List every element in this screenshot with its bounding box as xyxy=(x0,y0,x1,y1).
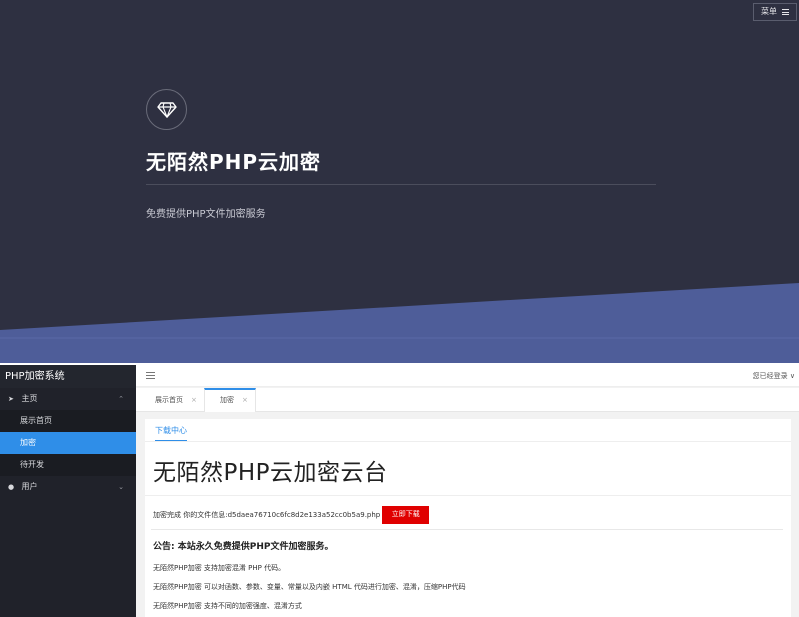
hamburger-icon xyxy=(782,9,789,15)
notice-text: 公告: 本站永久免费提供PHP文件加密服务。 xyxy=(153,542,334,552)
sidebar: PHP加密系统 ➤ 主页 ⌃ 展示首页 加密 待开发 ● 用户 ⌄ xyxy=(0,365,136,617)
paper-plane-icon: ➤ xyxy=(8,395,14,403)
tab-label: 展示首页 xyxy=(155,396,183,404)
hero-divider xyxy=(146,184,656,185)
feature-list: 无陌然PHP加密 支持加密混淆 PHP 代码。 无陌然PHP加密 可以对函数、参… xyxy=(153,559,783,616)
sidebar-item-showcase[interactable]: 展示首页 xyxy=(0,410,136,432)
sidebar-item-label: 加密 xyxy=(20,438,36,447)
list-item: 无陌然PHP加密 可以对函数、参数、变量、常量以及内嵌 HTML 代码进行加密、… xyxy=(153,583,466,591)
close-icon[interactable]: × xyxy=(242,396,248,404)
page-tabs: 展示首页 × 加密 × xyxy=(136,388,799,412)
divider xyxy=(145,441,791,442)
chevron-down-icon: ⌄ xyxy=(118,483,124,491)
sidebar-item-label: 展示首页 xyxy=(20,416,52,425)
hero-section: 菜单 无陌然PHP云加密 免费提供PHP文件加密服务 xyxy=(0,0,799,363)
sidebar-group-label: 主页 xyxy=(21,394,38,403)
sidebar-item-encrypt[interactable]: 加密 xyxy=(0,432,136,454)
menu-button[interactable]: 菜单 xyxy=(753,3,797,21)
sidebar-item-label: 待开发 xyxy=(20,460,44,469)
chevron-up-icon: ⌃ xyxy=(118,395,124,403)
sidebar-toggle-icon[interactable] xyxy=(146,372,155,379)
tab-label: 加密 xyxy=(220,396,234,404)
admin-panel: PHP加密系统 ➤ 主页 ⌃ 展示首页 加密 待开发 ● 用户 ⌄ 您已经登录 … xyxy=(0,365,799,617)
tab-encrypt[interactable]: 加密 × xyxy=(204,388,256,412)
divider xyxy=(145,495,791,496)
list-item: 无陌然PHP加密 支持不同的加密强度、混淆方式 xyxy=(153,602,302,610)
top-bar: 您已经登录 ∨ xyxy=(136,365,799,387)
sidebar-item-pending[interactable]: 待开发 xyxy=(0,454,136,476)
file-result-row: 加密完成 你的文件信息:d5daea76710c6fc8d2e133a52cc0… xyxy=(153,506,430,524)
login-status[interactable]: 您已经登录 ∨ xyxy=(753,365,795,387)
close-icon[interactable]: × xyxy=(191,396,197,404)
page-title: 无陌然PHP云加密云台 xyxy=(153,460,388,486)
file-info-text: 加密完成 你的文件信息:d5daea76710c6fc8d2e133a52cc0… xyxy=(153,511,381,519)
sidebar-brand: PHP加密系统 xyxy=(0,365,136,388)
list-item: 无陌然PHP加密 支持加密混淆 PHP 代码。 xyxy=(153,564,286,572)
sidebar-group-user[interactable]: ● 用户 ⌄ xyxy=(0,476,136,498)
divider xyxy=(151,529,783,530)
diamond-icon xyxy=(146,89,187,130)
tab-showcase[interactable]: 展示首页 × xyxy=(140,388,204,412)
sidebar-group-label: 用户 xyxy=(21,482,38,491)
user-icon: ● xyxy=(8,483,15,491)
hero-title: 无陌然PHP云加密 xyxy=(146,150,322,174)
download-button[interactable]: 立即下载 xyxy=(382,506,430,524)
sidebar-group-home[interactable]: ➤ 主页 ⌃ xyxy=(0,388,136,410)
menu-label: 菜单 xyxy=(761,7,777,16)
hero-subtitle: 免费提供PHP文件加密服务 xyxy=(146,209,266,220)
content-card: 下载中心 无陌然PHP云加密云台 加密完成 你的文件信息:d5daea76710… xyxy=(145,419,791,617)
hero-diagonal-band xyxy=(0,283,799,363)
tab-download-center[interactable]: 下载中心 xyxy=(155,425,187,442)
